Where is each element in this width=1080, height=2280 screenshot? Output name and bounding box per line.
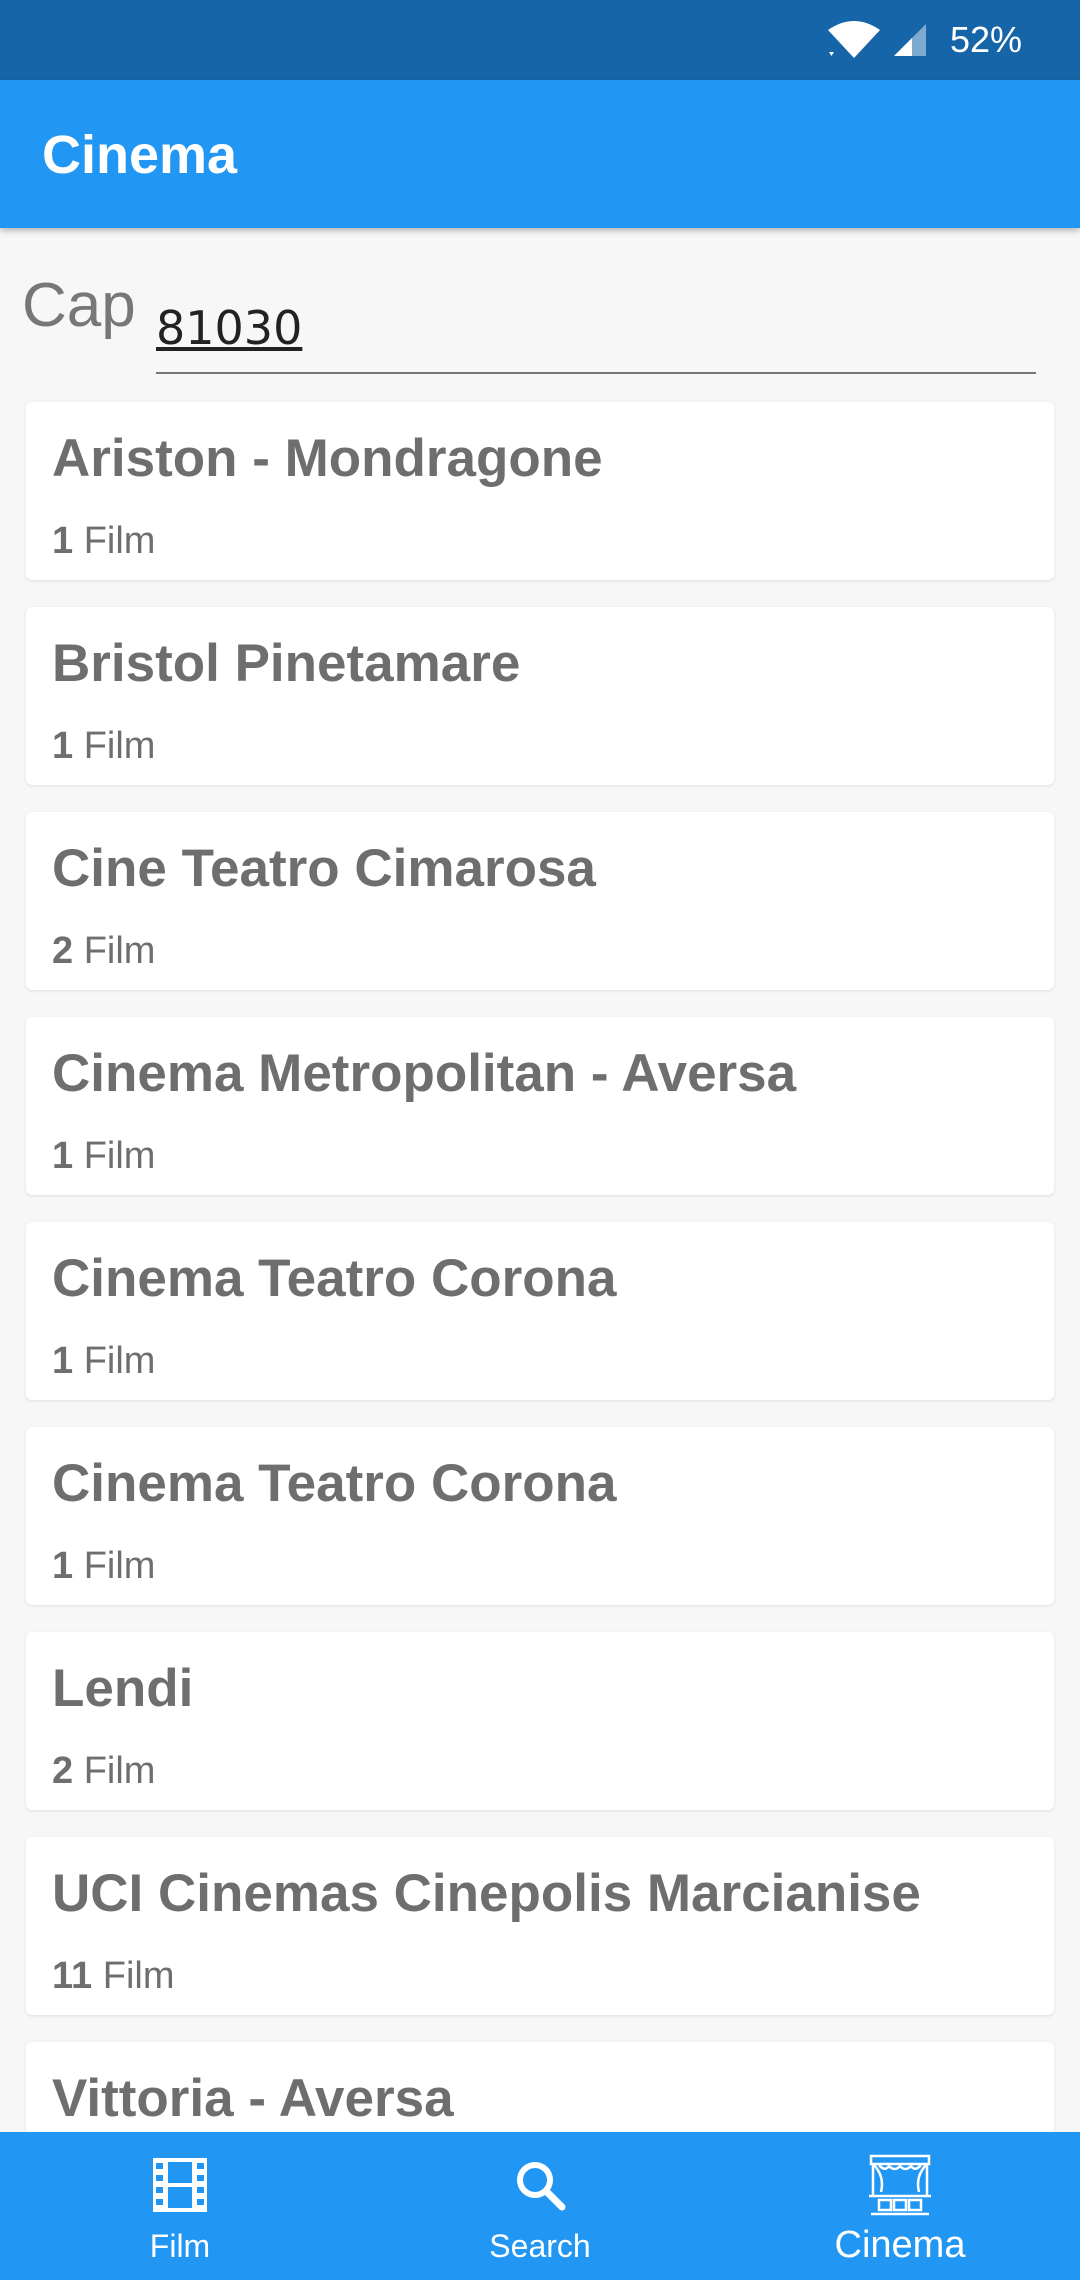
film-count-number: 2 bbox=[52, 1750, 74, 1792]
cap-label: Cap bbox=[22, 271, 136, 340]
cinema-name: Cine Teatro Cimarosa bbox=[52, 839, 596, 898]
nav-film[interactable]: Film bbox=[0, 2132, 360, 2280]
cinema-card[interactable]: Bristol Pinetamare 1 Film bbox=[26, 607, 1054, 785]
film-count: 2 Film bbox=[52, 1750, 155, 1793]
cinema-card[interactable]: Cine Teatro Cimarosa 2 Film bbox=[26, 812, 1054, 990]
cinema-card[interactable]: Lendi 2 Film bbox=[26, 1632, 1054, 1810]
theater-icon bbox=[867, 2152, 933, 2218]
nav-search-label: Search bbox=[489, 2228, 591, 2264]
film-count-number: 2 bbox=[52, 930, 74, 972]
film-count-unit: Film bbox=[83, 930, 156, 972]
film-count-number: 1 bbox=[52, 725, 74, 767]
cinema-card[interactable]: Cinema Metropolitan - Aversa 1 Film bbox=[26, 1017, 1054, 1195]
film-count-unit: Film bbox=[102, 1955, 175, 1997]
film-count-number: 11 bbox=[52, 1955, 93, 1997]
film-count-number: 1 bbox=[52, 520, 74, 562]
cinema-name: Vittoria - Aversa bbox=[52, 2069, 454, 2128]
nav-cinema-label: Cinema bbox=[834, 2224, 966, 2266]
cap-input[interactable] bbox=[156, 288, 1036, 374]
cap-search-row: Cap bbox=[0, 228, 1080, 374]
film-count: 1 Film bbox=[52, 1340, 155, 1383]
film-count-number: 1 bbox=[52, 1340, 74, 1382]
battery-level: 52% bbox=[949, 19, 1022, 60]
nav-cinema[interactable]: Cinema bbox=[720, 2132, 1080, 2280]
film-count: 1 Film bbox=[52, 1545, 155, 1588]
cinema-name: UCI Cinemas Cinepolis Marcianise bbox=[52, 1864, 921, 1923]
page-title: Cinema bbox=[42, 125, 238, 185]
film-count-unit: Film bbox=[83, 725, 156, 767]
cinema-card[interactable]: Cinema Teatro Corona 1 Film bbox=[26, 1222, 1054, 1400]
film-icon bbox=[151, 2152, 209, 2218]
film-count-number: 1 bbox=[52, 1545, 74, 1587]
cinema-name: Cinema Metropolitan - Aversa bbox=[52, 1044, 797, 1103]
cinema-name: Ariston - Mondragone bbox=[52, 429, 603, 488]
search-icon bbox=[514, 2152, 566, 2218]
film-count: 1 Film bbox=[52, 1135, 155, 1178]
status-bar: 52% bbox=[0, 0, 1080, 80]
bottom-nav: Film Search Cinema bbox=[0, 2132, 1080, 2280]
cinema-card[interactable]: UCI Cinemas Cinepolis Marcianise 11 Film bbox=[26, 1837, 1054, 2015]
film-count-unit: Film bbox=[83, 520, 156, 562]
app-bar: Cinema bbox=[0, 80, 1080, 228]
film-count: 1 Film bbox=[52, 725, 155, 768]
film-count: 1 Film bbox=[52, 520, 155, 563]
cinema-card[interactable]: Ariston - Mondragone 1 Film bbox=[26, 402, 1054, 580]
film-count: 2 Film bbox=[52, 930, 155, 973]
film-count: 11 Film bbox=[52, 1955, 175, 1998]
cinema-name: Cinema Teatro Corona bbox=[52, 1249, 617, 1308]
cinema-name: Bristol Pinetamare bbox=[52, 634, 521, 693]
film-count-number: 1 bbox=[52, 1135, 74, 1177]
film-count-unit: Film bbox=[83, 1340, 156, 1382]
cinema-list: Ariston - Mondragone 1 Film Bristol Pine… bbox=[26, 402, 1054, 2247]
nav-film-label: Film bbox=[149, 2228, 211, 2264]
wifi-icon bbox=[826, 20, 882, 60]
cinema-name: Lendi bbox=[52, 1659, 194, 1718]
cinema-card[interactable]: Cinema Teatro Corona 1 Film bbox=[26, 1427, 1054, 1605]
cinema-name: Cinema Teatro Corona bbox=[52, 1454, 617, 1513]
film-count-unit: Film bbox=[83, 1750, 156, 1792]
nav-search[interactable]: Search bbox=[360, 2132, 720, 2280]
signal-icon bbox=[892, 22, 928, 58]
status-icons: 52% bbox=[826, 0, 1080, 80]
film-count-unit: Film bbox=[83, 1135, 156, 1177]
film-count-unit: Film bbox=[83, 1545, 156, 1587]
